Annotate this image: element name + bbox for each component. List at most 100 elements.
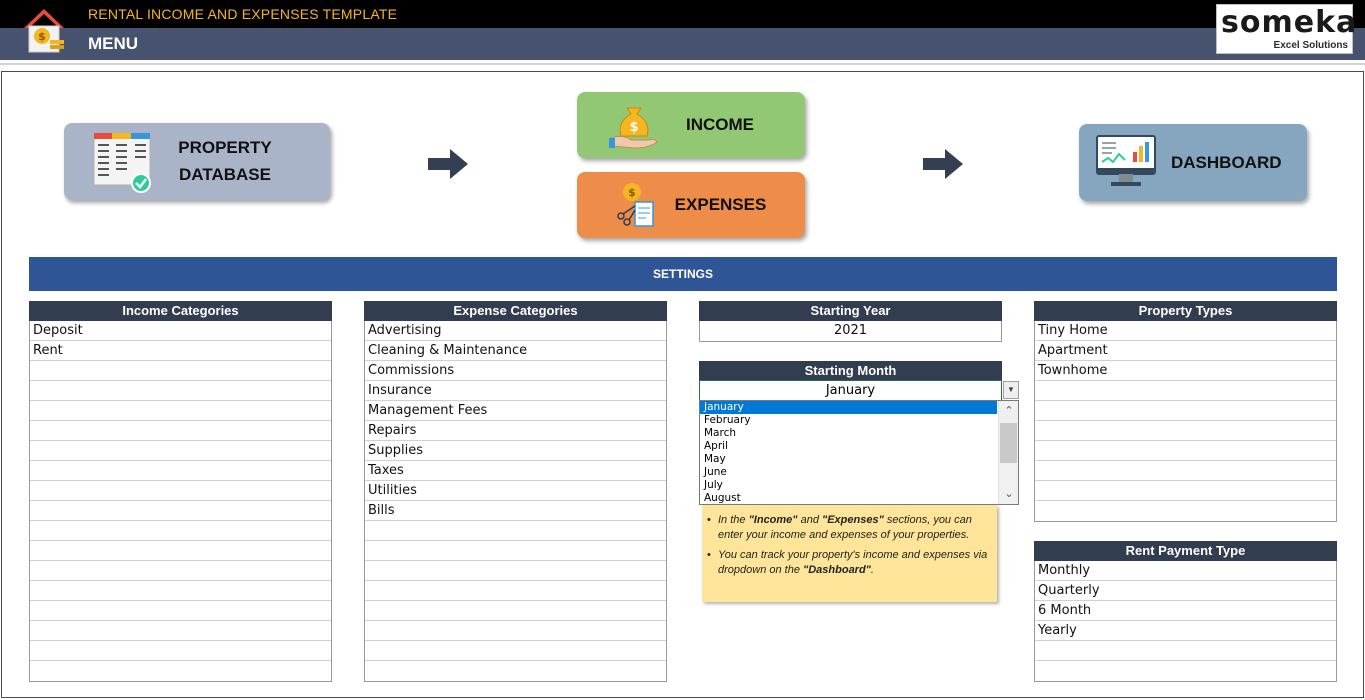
property-type-cell[interactable] xyxy=(1035,421,1336,441)
income-category-cell[interactable]: Rent xyxy=(30,341,331,361)
property-type-cell[interactable]: Tiny Home xyxy=(1035,321,1336,341)
expense-category-cell[interactable] xyxy=(365,541,666,561)
income-category-cell[interactable] xyxy=(30,521,331,541)
database-table-icon xyxy=(93,132,151,193)
starting-month-header: Starting Month xyxy=(699,361,1002,381)
expense-category-cell[interactable]: Insurance xyxy=(365,381,666,401)
expense-category-cell[interactable] xyxy=(365,561,666,581)
starting-month-select[interactable]: January xyxy=(699,380,1002,401)
page-title: MENU xyxy=(88,34,139,53)
income-category-cell[interactable] xyxy=(30,461,331,481)
income-button[interactable]: $ INCOME xyxy=(577,92,805,158)
expense-category-cell[interactable] xyxy=(365,641,666,661)
property-label-line2: DATABASE xyxy=(179,165,271,184)
property-types-header: Property Types xyxy=(1034,301,1337,321)
rent-payment-type-cell[interactable] xyxy=(1035,661,1336,681)
app-title: RENTAL INCOME AND EXPENSES TEMPLATE xyxy=(88,6,398,22)
month-option[interactable]: January xyxy=(700,401,997,414)
month-option[interactable]: May xyxy=(700,453,997,466)
income-category-cell[interactable] xyxy=(30,581,331,601)
scroll-up-icon[interactable]: ⌃ xyxy=(999,403,1018,419)
expense-category-cell[interactable]: Advertising xyxy=(365,321,666,341)
month-option[interactable]: August xyxy=(700,492,997,504)
expense-category-cell[interactable]: Supplies xyxy=(365,441,666,461)
property-type-cell[interactable]: Townhome xyxy=(1035,361,1336,381)
expense-category-cell[interactable] xyxy=(365,521,666,541)
expense-category-cell[interactable]: Bills xyxy=(365,501,666,521)
income-category-cell[interactable] xyxy=(30,601,331,621)
rent-payment-type-cell[interactable]: 6 Month xyxy=(1035,601,1336,621)
expense-category-cell[interactable] xyxy=(365,601,666,621)
rent-payment-type-cell[interactable]: Yearly xyxy=(1035,621,1336,641)
expense-category-cell[interactable]: Taxes xyxy=(365,461,666,481)
dropdown-scrollbar[interactable]: ⌃ ⌄ xyxy=(998,401,1018,504)
property-type-cell[interactable] xyxy=(1035,501,1336,521)
expense-category-cell[interactable]: Cleaning & Maintenance xyxy=(365,341,666,361)
expense-category-cell[interactable] xyxy=(365,661,666,681)
property-type-cell[interactable] xyxy=(1035,381,1336,401)
income-category-cell[interactable] xyxy=(30,561,331,581)
property-type-cell[interactable] xyxy=(1035,441,1336,461)
svg-text:$: $ xyxy=(629,120,638,135)
month-option[interactable]: February xyxy=(700,414,997,427)
income-category-cell[interactable] xyxy=(30,641,331,661)
property-type-cell[interactable]: Apartment xyxy=(1035,341,1336,361)
rent-payment-type-list: Monthly Quarterly 6 Month Yearly xyxy=(1034,561,1337,682)
income-category-cell[interactable] xyxy=(30,421,331,441)
dashboard-label: DASHBOARD xyxy=(1171,153,1282,172)
month-option[interactable]: July xyxy=(700,479,997,492)
expenses-button[interactable]: $ EXPENSES xyxy=(577,172,805,238)
logo-text: someka xyxy=(1221,5,1358,40)
income-category-cell[interactable] xyxy=(30,381,331,401)
expense-category-cell[interactable]: Utilities xyxy=(365,481,666,501)
rent-payment-type-header: Rent Payment Type xyxy=(1034,541,1337,561)
expense-category-cell[interactable]: Repairs xyxy=(365,421,666,441)
note-emphasis: "Income" xyxy=(748,514,798,526)
note-text: In the xyxy=(718,514,749,526)
property-type-cell[interactable] xyxy=(1035,461,1336,481)
scrollbar-thumb[interactable] xyxy=(1000,423,1017,463)
receipt-scissors-icon: $ xyxy=(617,183,654,227)
scroll-down-icon[interactable]: ⌄ xyxy=(999,486,1018,502)
home-money-icon[interactable]: $ xyxy=(20,6,68,54)
rent-payment-type-cell[interactable]: Quarterly xyxy=(1035,581,1336,601)
monitor-chart-icon xyxy=(1096,135,1156,186)
income-category-cell[interactable] xyxy=(30,401,331,421)
property-type-cell[interactable] xyxy=(1035,481,1336,501)
income-category-cell[interactable] xyxy=(30,441,331,461)
rent-payment-type-cell[interactable] xyxy=(1035,641,1336,661)
expenses-label: EXPENSES xyxy=(674,195,767,214)
starting-year-body: 2021 xyxy=(699,321,1002,342)
expense-category-cell[interactable]: Management Fees xyxy=(365,401,666,421)
expense-category-cell[interactable] xyxy=(365,581,666,601)
month-option[interactable]: March xyxy=(700,427,997,440)
income-category-cell[interactable] xyxy=(30,661,331,681)
income-categories-list: Deposit Rent xyxy=(29,321,332,682)
income-category-cell[interactable] xyxy=(30,541,331,561)
expense-category-cell[interactable] xyxy=(365,621,666,641)
expense-category-cell[interactable]: Commissions xyxy=(365,361,666,381)
income-category-cell[interactable]: Deposit xyxy=(30,321,331,341)
income-category-cell[interactable] xyxy=(30,361,331,381)
income-category-cell[interactable] xyxy=(30,621,331,641)
income-category-cell[interactable] xyxy=(30,481,331,501)
month-option[interactable]: June xyxy=(700,466,997,479)
property-database-label: PROPERTY DATABASE xyxy=(170,134,280,188)
starting-year-value[interactable]: 2021 xyxy=(700,321,1001,341)
dashboard-button[interactable]: DASHBOARD xyxy=(1079,124,1307,201)
starting-year-table: Starting Year 2021 xyxy=(699,301,1002,342)
property-database-button[interactable]: PROPERTY DATABASE xyxy=(64,123,330,200)
header-divider xyxy=(0,63,1365,65)
property-type-cell[interactable] xyxy=(1035,401,1336,421)
month-dropdown-list[interactable]: January February March April May June July Augu… xyxy=(699,400,1019,505)
svg-text:$: $ xyxy=(628,186,636,199)
month-option[interactable]: April xyxy=(700,440,997,453)
month-options: January February March April May June July Augu… xyxy=(700,401,1018,504)
dropdown-arrow-button[interactable]: ▼ xyxy=(1003,381,1019,399)
settings-bar: SETTINGS xyxy=(29,257,1337,291)
money-bag-hand-icon: $ xyxy=(609,107,658,149)
rent-payment-type-cell[interactable]: Monthly xyxy=(1035,561,1336,581)
income-categories-header: Income Categories xyxy=(29,301,332,321)
income-category-cell[interactable] xyxy=(30,501,331,521)
someka-logo[interactable]: someka Excel Solutions xyxy=(1216,4,1356,54)
